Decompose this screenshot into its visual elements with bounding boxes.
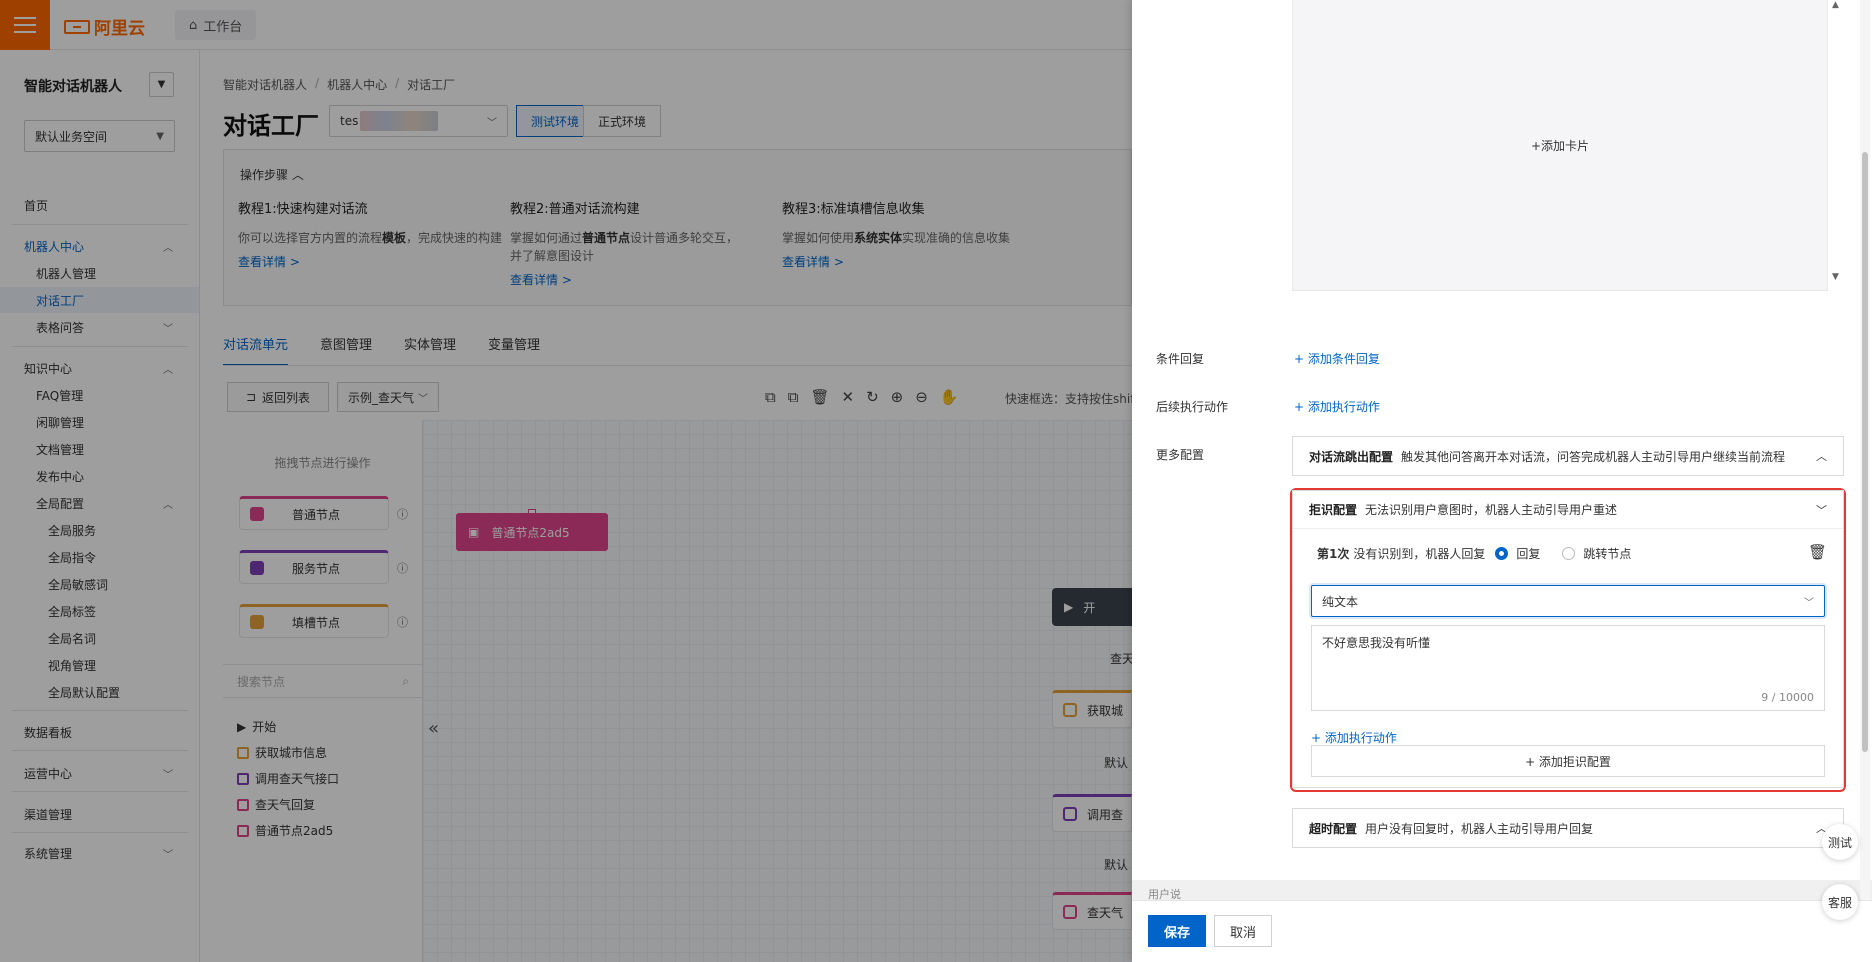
cancel-button[interactable]: 取消 (1214, 915, 1272, 947)
cond-reply-label: 条件回复 (1156, 352, 1205, 366)
exit-config-panel: 对话流跳出配置 触发其他问答离开本对话流，问答完成机器人主动引导用户继续当前流程… (1292, 436, 1844, 476)
scroll-up-icon[interactable]: ▲ (1832, 0, 1839, 10)
more-config-label: 更多配置 (1156, 448, 1205, 462)
advanced-section: 用户说 (1132, 880, 1872, 901)
trash-icon[interactable]: 🗑 (1808, 543, 1827, 561)
char-counter: 9 / 10000 (1761, 691, 1814, 704)
reply-text-area[interactable]: 不好意思我没有听懂 9 / 10000 (1311, 625, 1825, 711)
add-exec-action-link[interactable]: + 添加执行动作 (1311, 729, 1397, 746)
timeout-config-panel: 超时配置 用户没有回复时，机器人主动引导用户回复 ︿ (1292, 808, 1844, 848)
save-button[interactable]: 保存 (1148, 915, 1206, 947)
add-next-action-link[interactable]: + 添加执行动作 (1294, 398, 1380, 415)
chevron-down-icon: ﹀ (1816, 503, 1827, 517)
add-reject-config-button[interactable]: + 添加拒识配置 (1311, 745, 1825, 777)
exit-config-title: 对话流跳出配置 (1309, 449, 1394, 464)
drawer-scrollbar[interactable] (1860, 0, 1870, 900)
timeout-config-title: 超时配置 (1309, 821, 1358, 836)
next-action-label: 后续执行动作 (1156, 400, 1229, 414)
reply-type-value: 纯文本 (1322, 594, 1359, 609)
add-card-area[interactable]: +添加卡片 (1292, 0, 1828, 291)
reject-nth: 第1次 (1317, 547, 1350, 561)
add-card-label: +添加卡片 (1530, 138, 1590, 153)
timeout-config-desc: 用户没有回复时，机器人主动引导用户回复 (1365, 821, 1594, 836)
reject-nth-desc: 没有识别到，机器人回复 (1353, 547, 1486, 561)
modal-overlay[interactable] (0, 0, 1132, 962)
reply-text-value: 不好意思我没有听懂 (1322, 636, 1431, 650)
scrollbar-thumb[interactable] (1862, 152, 1868, 752)
radio-reply-label[interactable]: 回复 (1516, 545, 1540, 562)
service-float-button[interactable]: 客服 (1822, 884, 1858, 920)
reject-config-title: 拒识配置 (1309, 503, 1358, 517)
radio-reply[interactable] (1495, 547, 1509, 560)
chevron-up-icon: ︿ (1816, 450, 1827, 463)
reject-rule-row: 第1次 没有识别到，机器人回复 回复 跳转节点 (1317, 545, 1631, 562)
add-cond-reply-link[interactable]: + 添加条件回复 (1294, 350, 1380, 367)
radio-jump-label[interactable]: 跳转节点 (1583, 545, 1631, 562)
reject-config-panel: 拒识配置 无法识别用户意图时，机器人主动引导用户重述 ﹀ 第1次 没有识别到，机… (1292, 490, 1844, 788)
node-config-drawer: +添加卡片 ▲ ▼ 条件回复 + 添加条件回复 后续执行动作 + 添加执行动作 … (1132, 0, 1872, 962)
reject-config-header[interactable]: 拒识配置 无法识别用户意图时，机器人主动引导用户重述 ﹀ (1293, 491, 1843, 529)
exit-config-desc: 触发其他问答离开本对话流，问答完成机器人主动引导用户继续当前流程 (1401, 449, 1786, 464)
test-float-button[interactable]: 测试 (1822, 824, 1858, 860)
reject-config-desc: 无法识别用户意图时，机器人主动引导用户重述 (1365, 503, 1618, 517)
radio-jump[interactable] (1562, 547, 1576, 560)
exit-config-header[interactable]: 对话流跳出配置 触发其他问答离开本对话流，问答完成机器人主动引导用户继续当前流程… (1293, 437, 1843, 475)
drawer-footer: 保存 取消 (1132, 900, 1872, 962)
timeout-config-header[interactable]: 超时配置 用户没有回复时，机器人主动引导用户回复 ︿ (1293, 809, 1843, 847)
scroll-down-icon[interactable]: ▼ (1832, 272, 1839, 282)
chevron-down-icon: ﹀ (1804, 597, 1814, 609)
reply-type-select[interactable]: 纯文本 ﹀ (1311, 585, 1825, 617)
